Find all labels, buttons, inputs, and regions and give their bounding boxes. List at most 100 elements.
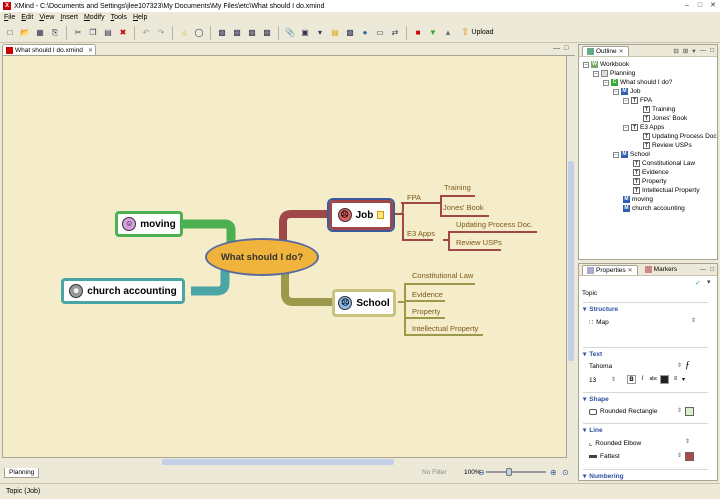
expand-all-icon[interactable]: ⊞ <box>683 47 688 55</box>
section-text[interactable]: ▾ Text <box>583 347 708 358</box>
menu-help[interactable]: Help <box>133 14 147 21</box>
image-icon[interactable]: ▣ <box>299 27 311 39</box>
zoom-icon[interactable]: ◯ <box>193 27 205 39</box>
subtopic-intellectual-property[interactable]: Intellectual Property <box>412 324 478 333</box>
close-icon[interactable]: ✕ <box>619 48 624 55</box>
outline-tab[interactable]: Outline ✕ <box>582 45 629 56</box>
minimize-view-icon[interactable]: — <box>553 45 560 52</box>
new-icon[interactable]: □ <box>4 27 16 39</box>
font-picker-icon[interactable]: ƒ <box>685 360 690 371</box>
insert-parent-icon[interactable]: ▩ <box>246 27 258 39</box>
tree-item[interactable]: T Training <box>643 105 675 114</box>
tree-item[interactable]: – T FPA <box>623 96 652 105</box>
close-icon[interactable]: ✕ <box>708 1 718 10</box>
copy-icon[interactable]: ❐ <box>87 27 99 39</box>
collapse-icon[interactable]: – <box>623 124 629 131</box>
scroll-thumb[interactable] <box>568 161 574 361</box>
menu-file[interactable]: File <box>4 14 15 21</box>
topic-church-accounting[interactable]: ☻ church accounting <box>61 278 185 304</box>
subtopic-property[interactable]: Property <box>412 307 440 316</box>
close-icon[interactable]: ✕ <box>628 267 633 274</box>
undo-icon[interactable]: ↶ <box>140 27 152 39</box>
collapse-icon[interactable]: – <box>623 97 629 104</box>
line-dropdown-icon[interactable]: ⇕ <box>685 438 690 445</box>
tree-item[interactable]: – W Workbook <box>583 60 629 69</box>
central-topic[interactable]: What should I do? <box>205 238 319 276</box>
subtopic-e3-apps[interactable]: E3 Apps <box>407 229 435 238</box>
dropdown-icon[interactable]: ▾ <box>314 27 326 39</box>
subtopic-jones-book[interactable]: Jones' Book <box>443 203 484 212</box>
collapse-all-icon[interactable]: ⊟ <box>673 47 678 55</box>
tree-item[interactable]: Mchurch accounting <box>623 204 685 213</box>
section-numbering[interactable]: ▾ Numbering <box>583 469 708 480</box>
tree-item[interactable]: T Property <box>633 177 667 186</box>
vertical-scrollbar[interactable] <box>567 55 575 458</box>
minimize-view-icon[interactable]: — <box>700 266 707 273</box>
filter-status[interactable]: No Filter <box>422 469 447 476</box>
properties-tab[interactable]: Properties ✕ <box>582 264 638 275</box>
insert-floating-icon[interactable]: ▩ <box>261 27 273 39</box>
align-dropdown-icon[interactable]: ▾ <box>682 376 685 383</box>
structure-value[interactable]: ∷ Map <box>589 318 609 327</box>
line-color-swatch[interactable] <box>685 452 694 461</box>
shape-color-swatch[interactable] <box>685 407 694 416</box>
redo-icon[interactable]: ↷ <box>155 27 167 39</box>
maximize-icon[interactable]: □ <box>695 1 705 10</box>
fit-icon[interactable]: ⊙ <box>562 468 569 477</box>
maximize-view-icon[interactable]: □ <box>710 47 714 55</box>
view-menu-icon[interactable]: ▾ <box>707 278 711 286</box>
subtopic-constitutional-law[interactable]: Constitutional Law <box>412 271 473 280</box>
scroll-thumb[interactable] <box>162 459 394 465</box>
tree-item[interactable]: T Intellectual Property <box>633 186 699 195</box>
maximize-view-icon[interactable]: □ <box>564 45 568 52</box>
line-width-dropdown-icon[interactable]: ⇕ <box>677 452 682 459</box>
idea-icon[interactable]: ☼ <box>178 27 190 39</box>
size-dropdown-icon[interactable]: ⇕ <box>611 376 616 383</box>
font-dropdown-icon[interactable]: ⇕ <box>677 362 682 369</box>
section-shape[interactable]: ▾ Shape <box>583 392 708 403</box>
tree-item[interactable]: – Planning <box>593 69 635 78</box>
structure-dropdown-icon[interactable]: ⇕ <box>691 317 696 324</box>
font-family-select[interactable]: Tahoma <box>589 363 612 370</box>
menu-edit[interactable]: Edit <box>21 14 33 21</box>
topic-school[interactable]: ☹ School <box>332 289 396 317</box>
align-icon[interactable]: ≡ <box>671 375 680 384</box>
editor-tab[interactable]: What should I do.xmind ✕ <box>2 44 96 55</box>
tree-item[interactable]: – M School <box>613 150 650 159</box>
maximize-view-icon[interactable]: □ <box>710 266 714 273</box>
bold-icon[interactable]: B <box>627 375 636 384</box>
tree-item[interactable]: Mmoving <box>623 195 653 204</box>
shape-select[interactable]: Rounded Rectangle <box>589 408 657 415</box>
collapse-icon[interactable]: – <box>603 79 609 86</box>
attachment-icon[interactable]: 📎 <box>284 27 296 39</box>
label-icon[interactable]: ▩ <box>344 27 356 39</box>
tree-item[interactable]: – T E3 Apps <box>623 123 664 132</box>
insert-subtopic-icon[interactable]: ▩ <box>231 27 243 39</box>
collapse-icon[interactable]: – <box>613 151 619 158</box>
subtopic-updating-process-doc[interactable]: Updating Process Doc. <box>456 220 533 229</box>
sheet-tab-planning[interactable]: Planning <box>4 467 40 478</box>
tree-item[interactable]: – C What should I do? <box>603 78 672 87</box>
mind-map-canvas[interactable]: What should I do? ☺ moving ☻ church acco… <box>2 55 567 458</box>
section-structure[interactable]: ▾ Structure <box>583 302 708 313</box>
markers-tab[interactable]: Markers <box>641 265 681 274</box>
menu-insert[interactable]: Insert <box>60 14 78 21</box>
record-icon[interactable]: ■ <box>412 27 424 39</box>
save-icon[interactable]: ▦ <box>34 27 46 39</box>
menu-modify[interactable]: Modify <box>84 14 105 21</box>
tree-item[interactable]: T Jones' Book <box>643 114 687 123</box>
boundary-icon[interactable]: ▭ <box>374 27 386 39</box>
section-line[interactable]: ▾ Line <box>583 423 708 434</box>
tree-item[interactable]: T Review USPs <box>643 141 692 150</box>
zoom-slider-knob[interactable] <box>506 468 512 476</box>
arrow-up-icon[interactable]: ▲ <box>442 27 454 39</box>
paste-icon[interactable]: ▤ <box>102 27 114 39</box>
menu-tools[interactable]: Tools <box>111 14 127 21</box>
collapse-icon[interactable]: – <box>593 70 599 77</box>
print-icon[interactable]: ⎘ <box>49 27 61 39</box>
italic-icon[interactable]: I <box>638 375 647 384</box>
subtopic-fpa[interactable]: FPA <box>407 193 421 202</box>
topic-job[interactable]: ☹ Job <box>327 198 395 232</box>
tree-item[interactable]: T Evidence <box>633 168 669 177</box>
text-color-icon[interactable] <box>660 375 669 384</box>
